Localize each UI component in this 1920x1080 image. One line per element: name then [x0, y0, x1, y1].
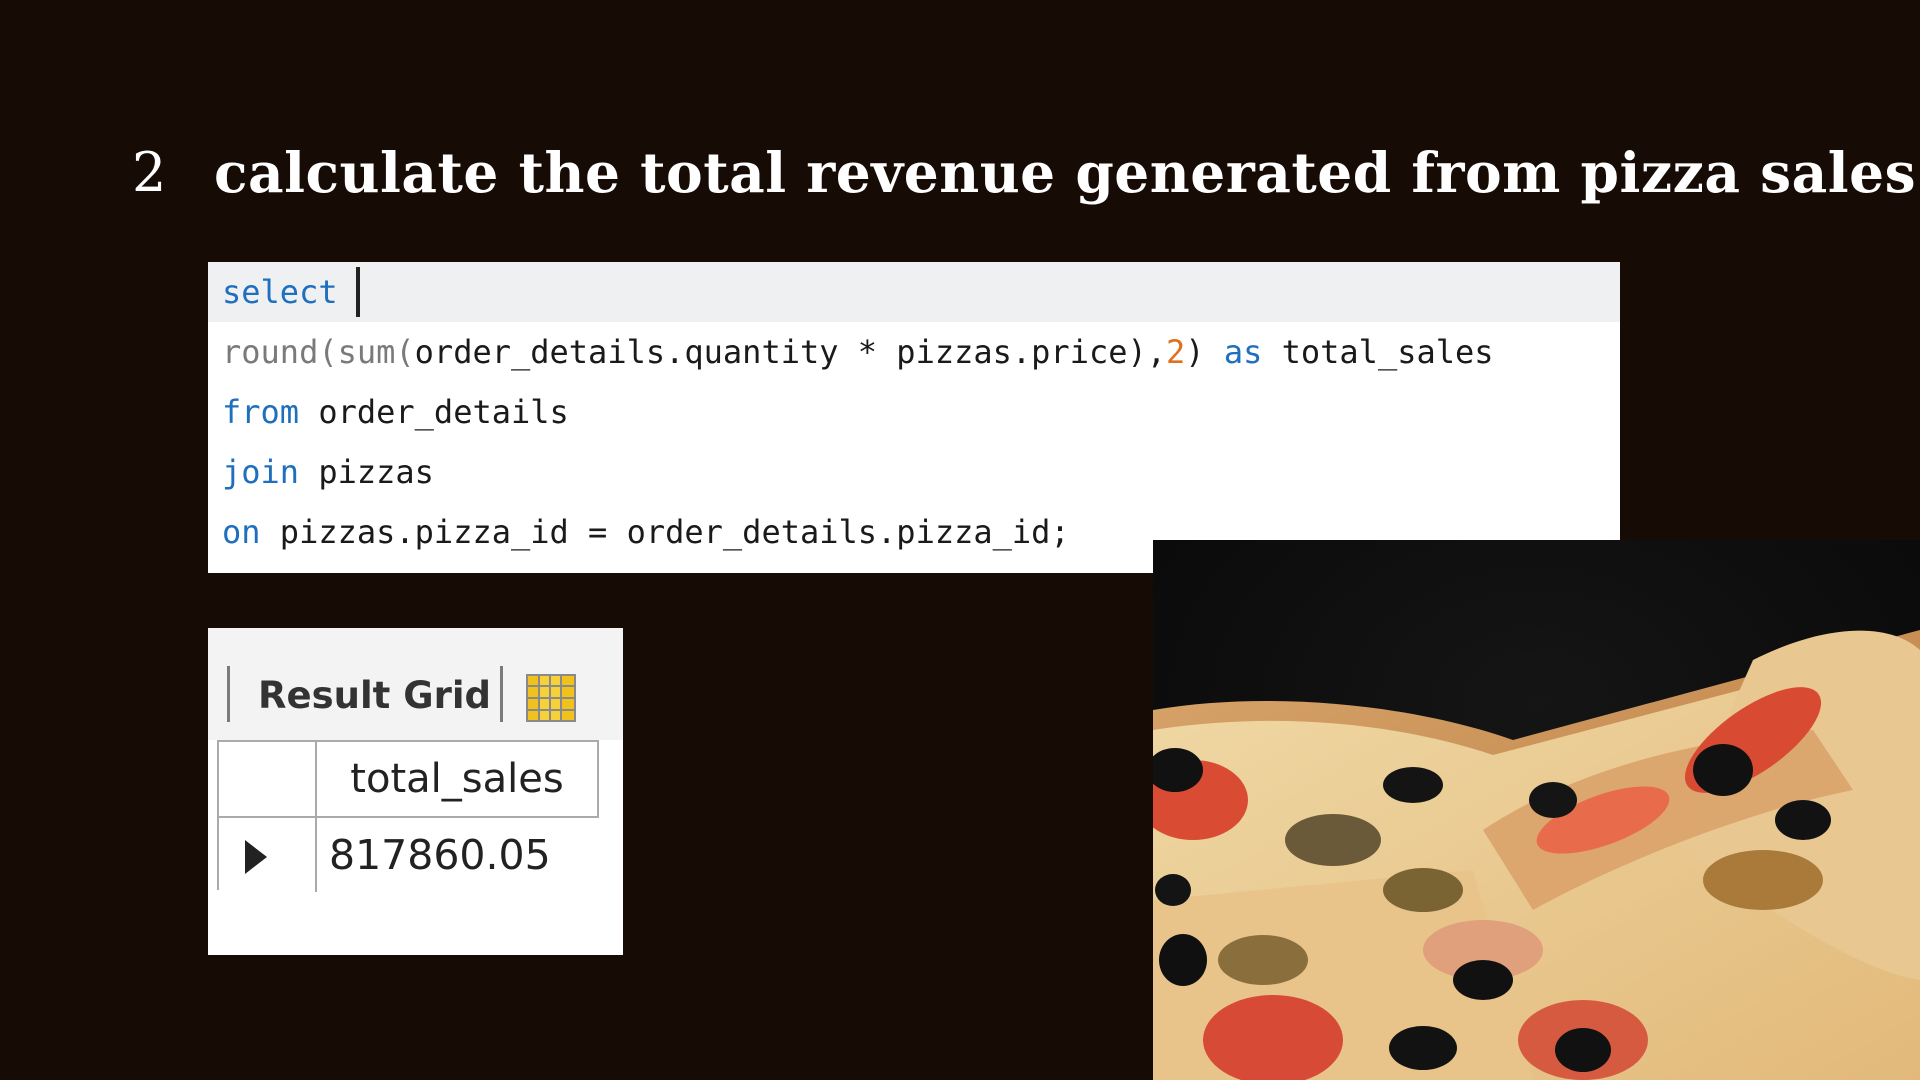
- table-cell-total-sales[interactable]: 817860.05: [329, 818, 551, 892]
- result-grid-toolbar: Result Grid: [208, 628, 623, 740]
- current-row-arrow-icon: [245, 840, 267, 874]
- keyword-join: join: [222, 453, 300, 491]
- keyword-from: from: [222, 393, 300, 431]
- pizza-illustration: [1153, 540, 1920, 1080]
- close-paren: ): [1185, 333, 1205, 371]
- row-selector[interactable]: [219, 818, 317, 892]
- result-grid-tab[interactable]: Result Grid: [258, 670, 491, 720]
- alias: total_sales: [1281, 333, 1494, 371]
- code-line-2[interactable]: round(sum(order_details.quantity * pizza…: [208, 322, 1620, 382]
- table-corner: [219, 742, 317, 818]
- code-line-4[interactable]: join pizzas: [208, 442, 1620, 502]
- code-line-3[interactable]: from order_details: [208, 382, 1620, 442]
- pizza-photo: [1153, 540, 1920, 1080]
- slide-number: 2: [132, 140, 167, 204]
- sql-editor[interactable]: select round(sum(order_details.quantity …: [208, 262, 1620, 573]
- result-grid-panel: Result Grid total_sales 817860.05: [208, 628, 623, 955]
- toolbar-divider: [500, 666, 503, 722]
- grid-layout-icon[interactable]: [526, 674, 576, 722]
- keyword-select: select: [222, 273, 338, 311]
- code-line-1[interactable]: select: [208, 262, 1620, 322]
- join-condition: pizzas.pizza_id = order_details.pizza_id…: [260, 513, 1070, 551]
- keyword-as: as: [1204, 333, 1282, 371]
- toolbar-divider: [227, 666, 230, 722]
- function-round: round(: [222, 333, 338, 371]
- slide-heading: 2 calculate the total revenue generated …: [132, 132, 1920, 212]
- function-sum: sum(: [337, 333, 415, 371]
- slide-title: calculate the total revenue generated fr…: [214, 139, 1920, 205]
- number-literal: 2: [1166, 333, 1186, 371]
- expression: order_details.quantity * pizzas.price),: [414, 333, 1167, 371]
- keyword-on: on: [222, 513, 261, 551]
- result-table: total_sales 817860.05: [217, 740, 599, 892]
- column-header-total-sales[interactable]: total_sales: [317, 742, 599, 818]
- text-cursor: [355, 267, 360, 317]
- from-table: order_details: [299, 393, 569, 431]
- join-table: pizzas: [299, 453, 434, 491]
